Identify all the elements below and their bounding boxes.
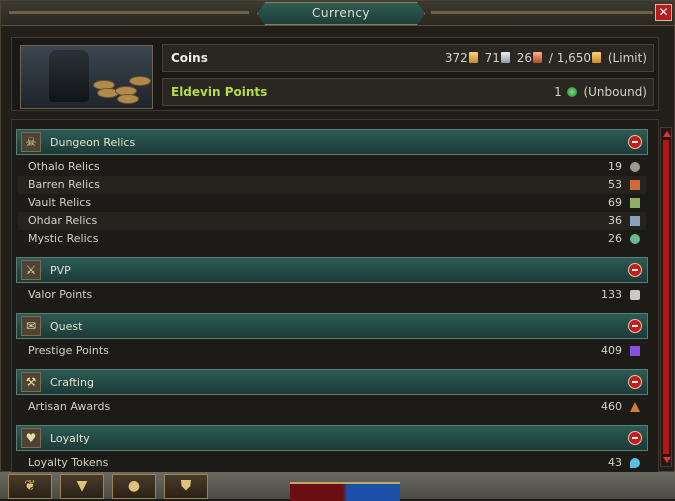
- coins-limit-note: (Limit): [607, 51, 647, 65]
- currency-count: 133: [601, 288, 622, 301]
- bag-icon: [49, 50, 89, 102]
- loyalty-token-icon: [630, 458, 640, 468]
- guild-shield-button[interactable]: ⛊: [164, 474, 208, 499]
- currency-count: 43: [608, 456, 622, 469]
- currency-window: Currency ✕ Coins 372 71 26 / 1,650 (Limi…: [0, 0, 675, 473]
- coins-separator: /: [548, 51, 553, 65]
- collapse-button[interactable]: [628, 135, 642, 149]
- coins-limit: 1,650: [556, 51, 592, 65]
- scrollbar[interactable]: [660, 127, 672, 467]
- currency-name: Prestige Points: [28, 344, 109, 357]
- scroll-icon: ✉: [21, 316, 41, 336]
- title-bar[interactable]: Currency ✕: [1, 1, 674, 26]
- currency-row: Mystic Relics 26: [18, 230, 646, 248]
- currency-row: Vault Relics 69: [18, 194, 646, 212]
- currency-name: Ohdar Relics: [28, 214, 98, 227]
- gold-amount: 372: [444, 51, 468, 65]
- category-header-loyalty[interactable]: ♥ Loyalty: [16, 425, 648, 451]
- category-header-quest[interactable]: ✉ Quest: [16, 313, 648, 339]
- health-mana-orb: [290, 482, 400, 501]
- vault-relic-icon: [630, 198, 640, 208]
- scrollbar-thumb[interactable]: [663, 140, 669, 454]
- othalo-relic-icon: [630, 162, 640, 172]
- currency-row: Prestige Points 409: [18, 342, 646, 360]
- scroll-up-arrow-icon[interactable]: [663, 131, 671, 137]
- currency-count: 19: [608, 160, 622, 173]
- coin-stack-icon: [129, 76, 151, 86]
- currency-count: 69: [608, 196, 622, 209]
- currency-count: 26: [608, 232, 622, 245]
- valor-points-icon: [630, 290, 640, 300]
- collapse-button[interactable]: [628, 375, 642, 389]
- category-label: PVP: [50, 264, 71, 277]
- eldevin-points-value: 1 (Unbound): [554, 79, 647, 105]
- silver-coin-icon: [500, 52, 510, 63]
- close-button[interactable]: ✕: [655, 4, 672, 21]
- currency-count: 460: [601, 400, 622, 413]
- eldevin-points-row: Eldevin Points 1 (Unbound): [162, 78, 654, 106]
- currency-name: Valor Points: [28, 288, 93, 301]
- category-header-crafting[interactable]: ⚒ Crafting: [16, 369, 648, 395]
- scroll-down-arrow-icon[interactable]: [663, 457, 671, 463]
- currency-name: Othalo Relics: [28, 160, 100, 173]
- category-label: Crafting: [50, 376, 94, 389]
- heart-icon: ♥: [21, 428, 41, 448]
- eldevin-points-note: (Unbound): [583, 85, 647, 99]
- currency-row: Barren Relics 53: [18, 176, 646, 194]
- currency-count: 36: [608, 214, 622, 227]
- copper-amount: 26: [516, 51, 532, 65]
- title-bar-ornament-right: [431, 11, 653, 14]
- currency-name: Artisan Awards: [28, 400, 111, 413]
- category-label: Loyalty: [50, 432, 90, 445]
- coins-label: Coins: [171, 51, 208, 65]
- character-button[interactable]: ❦: [8, 474, 52, 499]
- skull-icon: ☠: [21, 132, 41, 152]
- category-label: Quest: [50, 320, 83, 333]
- eldevin-gem-icon: [566, 87, 577, 97]
- currency-list[interactable]: ☠ Dungeon Relics Othalo Relics 19 Barren…: [11, 119, 659, 473]
- title-bar-ornament-left: [9, 11, 249, 14]
- coin-bag-image: [20, 45, 153, 109]
- barren-relic-icon: [630, 180, 640, 190]
- currency-count: 53: [608, 178, 622, 191]
- banner-button[interactable]: ▼: [60, 474, 104, 499]
- currency-name: Barren Relics: [28, 178, 100, 191]
- currency-row: Ohdar Relics 36: [18, 212, 646, 230]
- coins-row: Coins 372 71 26 / 1,650 (Limit): [162, 44, 654, 72]
- currency-row: Valor Points 133: [18, 286, 646, 304]
- currency-name: Vault Relics: [28, 196, 92, 209]
- window-title: Currency: [257, 2, 425, 25]
- gold-coin-icon: [468, 52, 478, 63]
- eldevin-points-label: Eldevin Points: [171, 85, 268, 99]
- copper-coin-icon: [532, 52, 542, 63]
- collapse-button[interactable]: [628, 319, 642, 333]
- mystic-relic-icon: [630, 234, 640, 244]
- coin-stack-icon: [117, 94, 139, 104]
- currency-name: Loyalty Tokens: [28, 456, 109, 469]
- crossed-swords-icon: ⚔: [21, 260, 41, 280]
- currency-row: Artisan Awards 460: [18, 398, 646, 416]
- game-hud-bar: ❦ ▼ ● ⛊: [0, 472, 675, 501]
- currency-count: 409: [601, 344, 622, 357]
- anvil-icon: ⚒: [21, 372, 41, 392]
- category-header-dungeon-relics[interactable]: ☠ Dungeon Relics: [16, 129, 648, 155]
- currency-row: Othalo Relics 19: [18, 158, 646, 176]
- coins-value: 372 71 26 / 1,650 (Limit): [445, 45, 647, 71]
- gold-coin-icon: [592, 52, 602, 63]
- category-label: Dungeon Relics: [50, 136, 136, 149]
- currency-name: Mystic Relics: [28, 232, 99, 245]
- currency-summary: Coins 372 71 26 / 1,650 (Limit) Eldevin …: [11, 37, 659, 111]
- collapse-button[interactable]: [628, 431, 642, 445]
- category-header-pvp[interactable]: ⚔ PVP: [16, 257, 648, 283]
- ohdar-relic-icon: [630, 216, 640, 226]
- prestige-points-icon: [630, 346, 640, 356]
- collapse-button[interactable]: [628, 263, 642, 277]
- silver-amount: 71: [484, 51, 500, 65]
- artisan-awards-icon: [630, 402, 640, 412]
- currency-row: Loyalty Tokens 43: [18, 454, 646, 472]
- eldevin-points-amount: 1: [554, 85, 562, 99]
- currency-button[interactable]: ●: [112, 474, 156, 499]
